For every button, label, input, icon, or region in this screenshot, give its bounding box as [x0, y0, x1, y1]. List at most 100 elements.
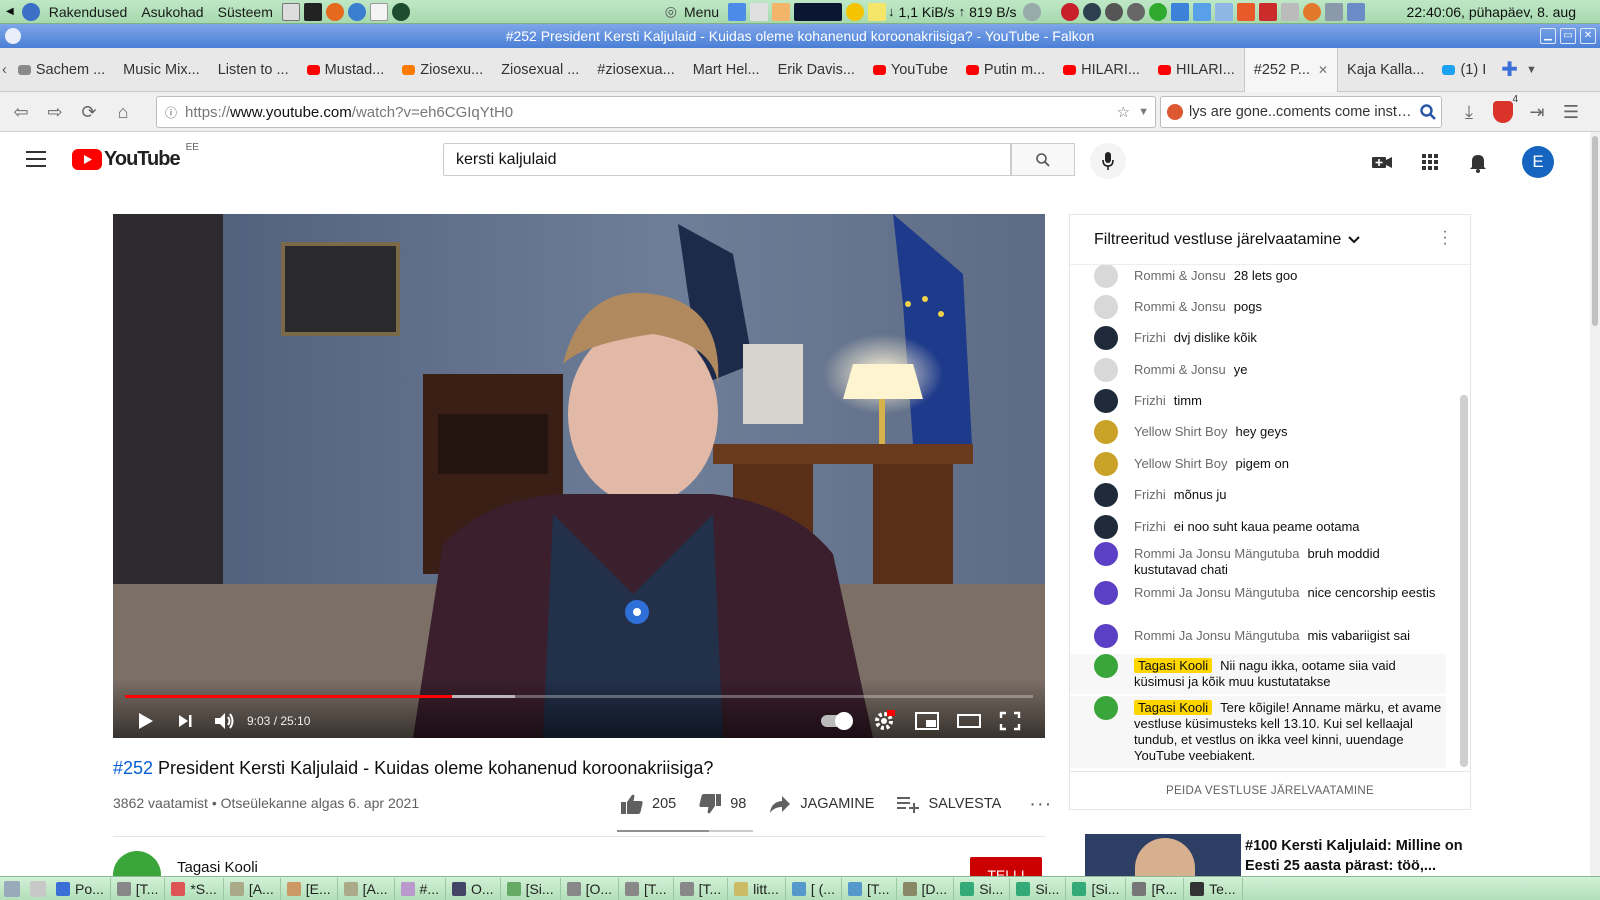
launcher-icon[interactable] — [281, 2, 300, 21]
taskbar-window-button[interactable]: Si... — [1010, 877, 1067, 900]
chat-author-name[interactable]: Rommi & Jonsu — [1134, 268, 1226, 283]
chat-message[interactable]: Rommi Ja Jonsu Mängutuba nice cencorship … — [1094, 581, 1446, 605]
taskbar-window-button[interactable]: Si... — [954, 877, 1011, 900]
chat-message[interactable]: Frizhi dvj dislike kõik — [1094, 326, 1446, 350]
chat-message[interactable]: Rommi & Jonsu ye — [1094, 358, 1446, 382]
taskbar-window-button[interactable]: litt... — [728, 877, 786, 900]
browser-menu-button[interactable]: ☰ — [1554, 95, 1588, 129]
theater-mode-icon[interactable] — [957, 711, 981, 731]
firefox-icon[interactable] — [325, 2, 344, 21]
menu-label[interactable]: Menu — [677, 4, 726, 20]
tray-gray-icon[interactable] — [1104, 2, 1123, 21]
globe-icon[interactable] — [391, 2, 410, 21]
settings-gear-icon[interactable] — [873, 710, 895, 732]
taskbar-window-button[interactable]: [Si... — [1066, 877, 1127, 900]
bookmark-star-icon[interactable]: ☆ — [1117, 103, 1130, 121]
chat-author-avatar[interactable] — [1094, 483, 1118, 507]
next-icon[interactable] — [175, 711, 195, 731]
chat-author-avatar[interactable] — [1094, 389, 1118, 413]
browser-tab[interactable]: Ziosexu... — [393, 48, 492, 92]
tabs-scroll-left-button[interactable]: ‹ — [0, 62, 9, 78]
browser-tab[interactable]: #ziosexua... — [588, 48, 683, 92]
browser-tab[interactable]: Listen to ... — [209, 48, 298, 92]
browser-tab[interactable]: Music Mix... — [114, 48, 209, 92]
chat-author-avatar[interactable] — [1094, 515, 1118, 539]
tray-orange-icon[interactable] — [1236, 2, 1255, 21]
browser-tab[interactable]: Sachem ... — [9, 48, 114, 92]
dislike-button[interactable]: 98 — [698, 793, 746, 815]
taskbar-window-button[interactable]: [R... — [1126, 877, 1185, 900]
taskbar-window-button[interactable]: [E... — [281, 877, 338, 900]
chat-message[interactable]: Rommi & Jonsu 28 lets goo — [1094, 265, 1446, 288]
taskbar-window-button[interactable]: [ (... — [786, 877, 842, 900]
video-hashtag-link[interactable]: #252 — [113, 758, 153, 778]
menu-applications[interactable]: Rakendused — [42, 4, 135, 20]
maximize-button[interactable]: ▭ — [1560, 28, 1576, 44]
web-search-field[interactable]: lys are gone..coments come instant — [1160, 96, 1442, 128]
chat-scrollbar[interactable] — [1460, 395, 1468, 767]
chat-author-name[interactable]: Yellow Shirt Boy — [1134, 456, 1227, 471]
chat-message[interactable]: Frizhi timm — [1094, 389, 1446, 413]
recommended-thumbnail[interactable] — [1085, 834, 1241, 876]
video-player[interactable]: 9:03 / 25:10 — [113, 214, 1045, 738]
chat-owner-badge[interactable]: Tagasi Kooli — [1134, 658, 1213, 673]
forward-button[interactable]: ⇨ — [38, 95, 72, 129]
menu-places[interactable]: Asukohad — [134, 4, 210, 20]
tray-emoji-icon[interactable] — [1302, 2, 1321, 21]
chat-message[interactable]: Yellow Shirt Boy hey geys — [1094, 420, 1446, 444]
voice-search-button[interactable] — [1090, 143, 1126, 179]
tray-red-icon[interactable] — [1258, 2, 1277, 21]
checklist-icon[interactable] — [728, 2, 747, 21]
browser-tab[interactable]: Putin m... — [957, 48, 1054, 92]
distro-logo-icon[interactable] — [21, 2, 40, 21]
search-icon[interactable] — [1419, 103, 1437, 121]
record-icon[interactable] — [1060, 2, 1079, 21]
volume-icon[interactable] — [213, 711, 235, 731]
chat-message[interactable]: Rommi Ja Jonsu Mängutuba bruh moddid kust… — [1094, 542, 1446, 578]
chat-author-name[interactable]: Rommi Ja Jonsu Mängutuba — [1134, 546, 1299, 561]
window-titlebar[interactable]: #252 President Kersti Kaljulaid - Kuidas… — [0, 24, 1600, 48]
chat-author-avatar[interactable] — [1094, 452, 1118, 476]
chat-author-avatar[interactable] — [1094, 654, 1118, 678]
create-video-icon[interactable] — [1370, 150, 1394, 174]
browser-tab[interactable]: Mart Hel... — [684, 48, 769, 92]
duckduckgo-icon[interactable] — [1167, 104, 1183, 120]
chat-message[interactable]: Yellow Shirt Boy pigem on — [1094, 452, 1446, 476]
taskbar-window-button[interactable]: Te... — [1184, 877, 1243, 900]
progress-bar[interactable] — [125, 695, 1033, 698]
taskbar-window-button[interactable]: #... — [395, 877, 447, 900]
bluetooth-icon[interactable] — [1214, 2, 1233, 21]
chat-author-avatar[interactable] — [1094, 542, 1118, 566]
tray-window-icon[interactable] — [1324, 2, 1343, 21]
play-icon[interactable] — [135, 711, 155, 731]
channel-name[interactable]: Tagasi Kooli — [177, 859, 258, 876]
account-avatar[interactable]: E — [1522, 146, 1554, 178]
chat-author-name[interactable]: Rommi & Jonsu — [1134, 362, 1226, 377]
tray-gray2-icon[interactable] — [1126, 2, 1145, 21]
tray-dark-icon[interactable] — [1082, 2, 1101, 21]
bottom-launcher-icon[interactable] — [30, 880, 46, 897]
taskbar-window-button[interactable]: [T... — [842, 877, 897, 900]
more-actions-button[interactable]: ··· — [1029, 793, 1052, 816]
browser-tab[interactable]: Ziosexual ... — [492, 48, 588, 92]
back-button[interactable]: ⇦ — [4, 95, 38, 129]
reload-button[interactable]: ⟳ — [72, 95, 106, 129]
guide-menu-button[interactable] — [26, 151, 46, 167]
page-scrollbar[interactable] — [1590, 132, 1600, 876]
chat-message[interactable]: Frizhi ei noo suht kaua peame ootama — [1094, 515, 1446, 539]
fullscreen-icon[interactable] — [999, 711, 1021, 731]
hide-chat-replay-button[interactable]: PEIDA VESTLUSE JÄRELVAATAMINE — [1070, 771, 1470, 809]
taskbar-window-button[interactable]: [A... — [224, 877, 281, 900]
panel-arrow-left[interactable]: ◀ — [6, 6, 14, 17]
tab-close-icon[interactable]: ✕ — [1318, 63, 1328, 77]
thunderbird-icon[interactable] — [347, 2, 366, 21]
browser-tab[interactable]: YouTube — [864, 48, 957, 92]
youtube-search-input[interactable]: kersti kaljulaid — [443, 143, 1011, 176]
chat-author-avatar[interactable] — [1094, 696, 1118, 720]
taskbar-window-button[interactable]: [Si... — [501, 877, 561, 900]
chat-author-name[interactable]: Frizhi — [1134, 330, 1166, 345]
chat-author-avatar[interactable] — [1094, 358, 1118, 382]
browser-tab[interactable]: Erik Davis... — [769, 48, 864, 92]
sidebar-toggle-button[interactable]: ⇥ — [1520, 95, 1554, 129]
like-button[interactable]: 205 — [620, 793, 676, 815]
